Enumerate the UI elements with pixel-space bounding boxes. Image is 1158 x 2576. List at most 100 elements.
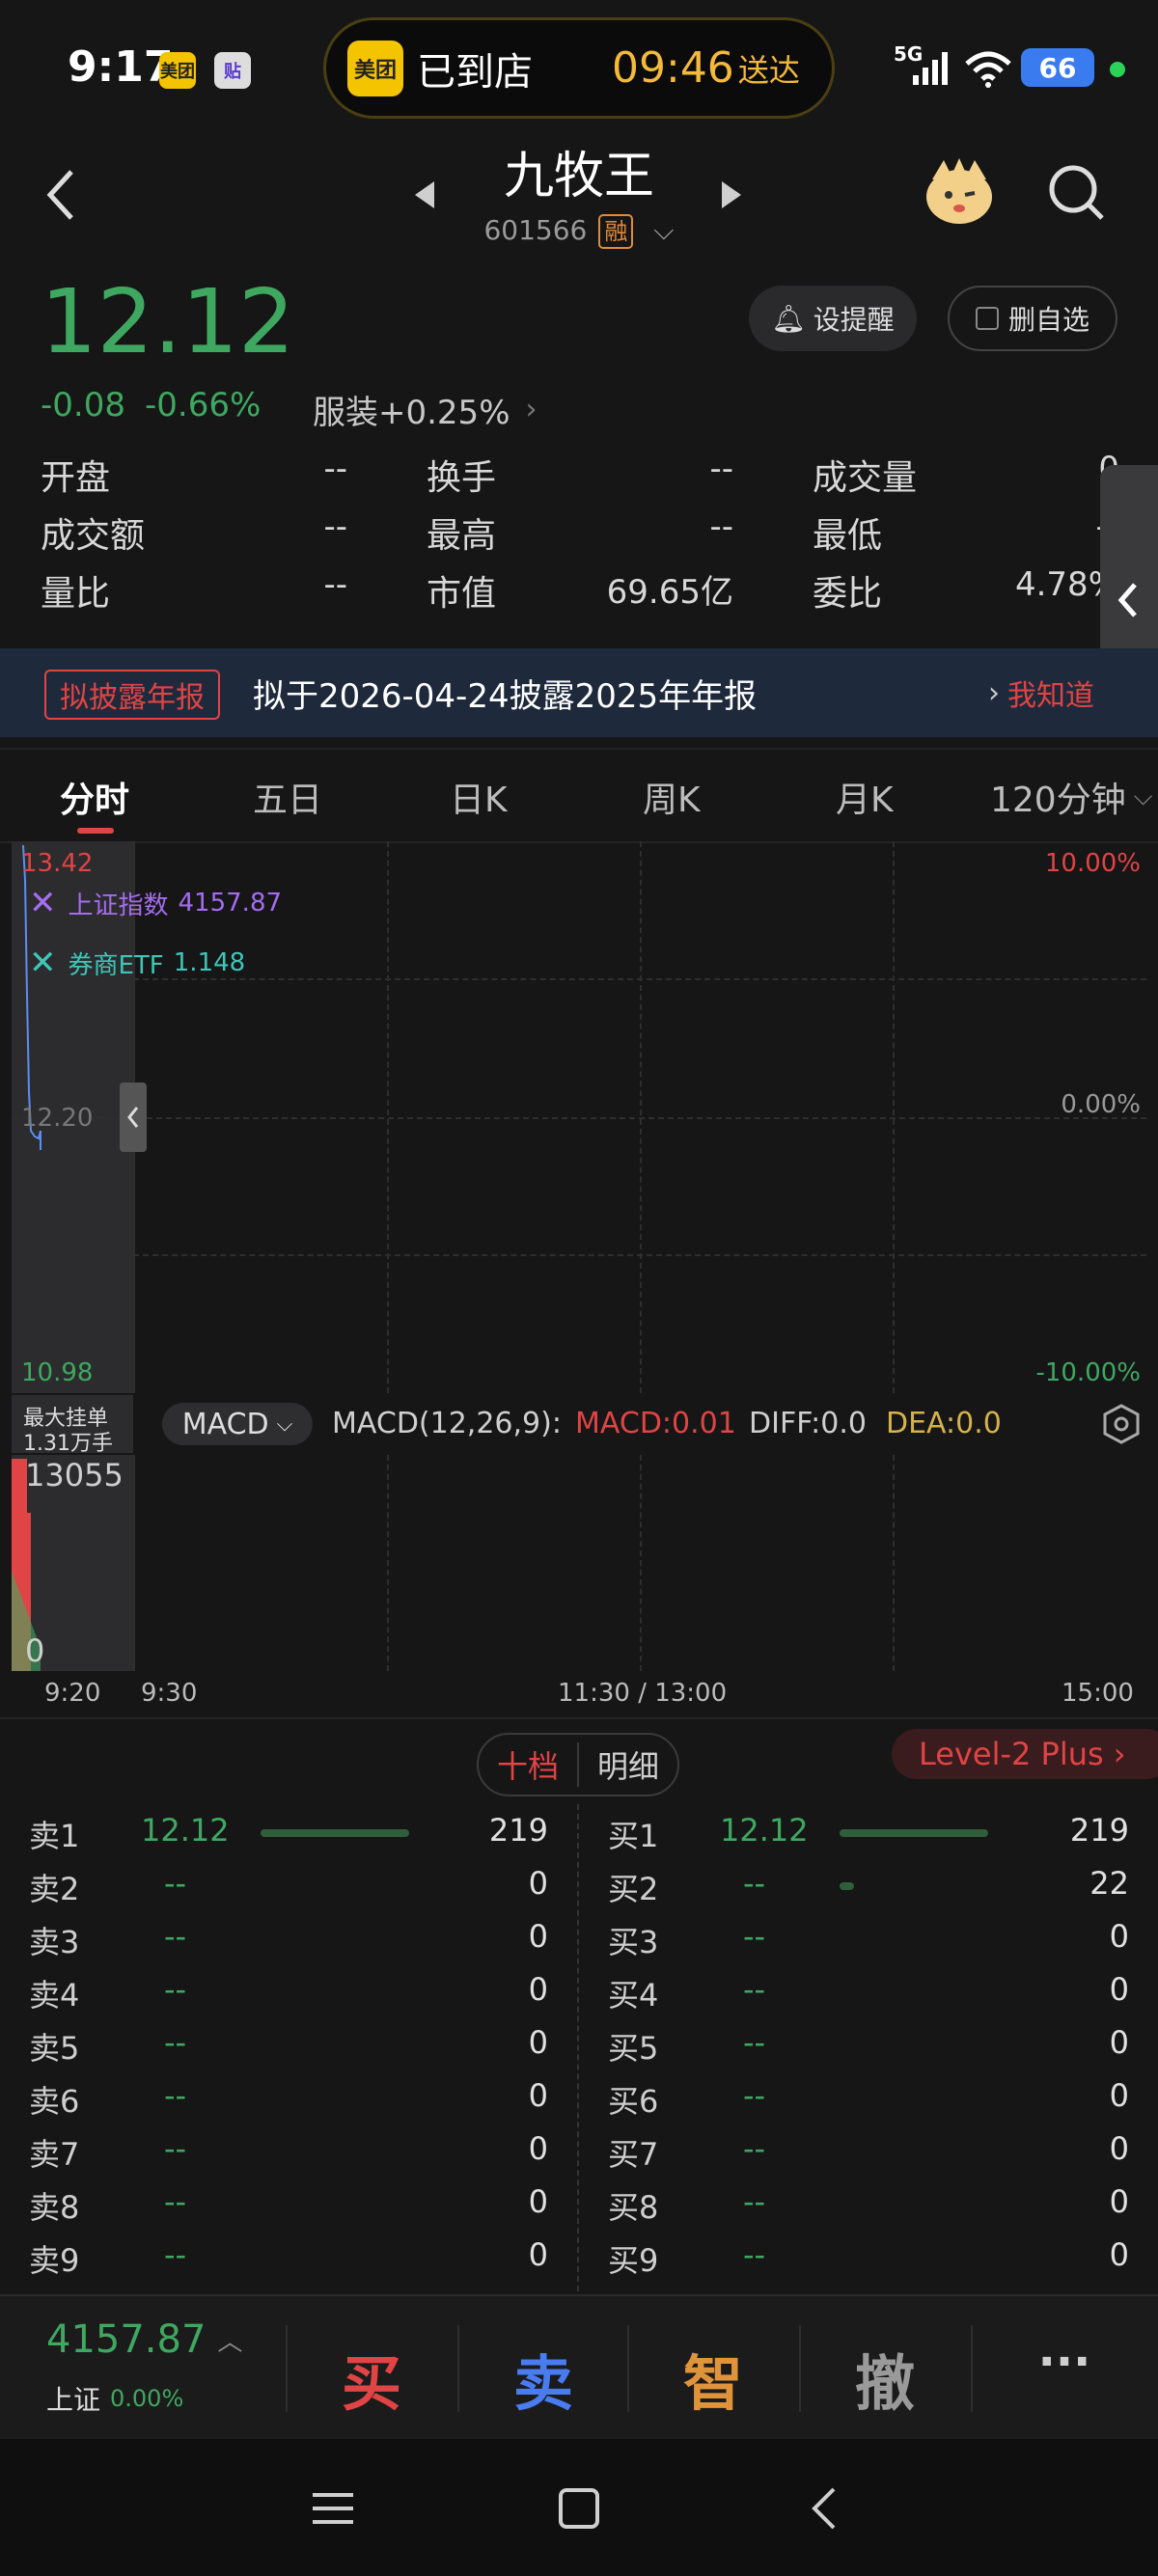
buy-level-row[interactable]: 买6 -- 0 [579, 2069, 1158, 2123]
time-label: 15:00 [1062, 1679, 1134, 1708]
divider [286, 2325, 288, 2412]
y-axis-low: 10.98 [21, 1358, 94, 1387]
sell-level-row[interactable]: 卖5 -- 0 [0, 2016, 577, 2069]
stat-value: -- [709, 450, 733, 488]
level2-plus-button[interactable]: Level-2 Plus › [892, 1729, 1158, 1779]
level-label: 买7 [608, 2136, 659, 2173]
legend-name: 券商ETF [68, 950, 164, 980]
level-label: 卖9 [29, 2242, 80, 2279]
sell-level-row[interactable]: 卖7 -- 0 [0, 2123, 577, 2176]
sell-button[interactable]: 卖 [471, 2335, 616, 2422]
menu-icon[interactable] [311, 2489, 355, 2528]
set-alert-button[interactable]: 🔔︎ 设提醒 [749, 286, 917, 351]
sell-level-row[interactable]: 卖4 -- 0 [0, 1963, 577, 2016]
search-icon[interactable] [1048, 164, 1106, 222]
level-price: -- [743, 2077, 766, 2114]
buy-level-row[interactable]: 买3 -- 0 [579, 1910, 1158, 1963]
signal-icon [913, 52, 948, 85]
mascot-avatar-icon[interactable] [923, 154, 996, 228]
y-axis-high: 13.42 [21, 849, 94, 878]
sell-level-row[interactable]: 卖6 -- 0 [0, 2069, 577, 2123]
level-price: -- [164, 1971, 187, 2008]
indicator-bar: 最大挂单 1.31万手 MACD ⌵ MACD(12,26,9): MACD:0.… [12, 1395, 1146, 1456]
buy-level-row[interactable]: 买2 -- 22 [579, 1857, 1158, 1910]
indicator-name: MACD [181, 1407, 269, 1441]
sell-level-row[interactable]: 卖3 -- 0 [0, 1910, 577, 1963]
tab-120-min[interactable]: 120分钟 ⌵ [990, 772, 1152, 822]
tab-ten-levels[interactable]: 十档 [479, 1742, 579, 1787]
level2-label: Level-2 Plus [919, 1736, 1104, 1772]
level-volume: 219 [1069, 1812, 1129, 1849]
chevron-up-icon: ︿ [217, 2327, 243, 2357]
dea-value: DEA:0.0 [886, 1407, 1002, 1440]
stat-value: 4.78% [1014, 565, 1119, 604]
time-label: 9:20 [44, 1679, 101, 1708]
level-label: 卖7 [29, 2136, 80, 2173]
tab-weekly-k[interactable]: 周K [643, 772, 701, 822]
stat-value: -- [323, 507, 347, 546]
tab-intraday[interactable]: 分时 [60, 772, 129, 822]
buy-level-row[interactable]: 买4 -- 0 [579, 1963, 1158, 2016]
home-icon[interactable] [558, 2487, 600, 2530]
y-axis-mid: 12.20 [21, 1104, 94, 1133]
buy-level-row[interactable]: 买7 -- 0 [579, 2123, 1158, 2176]
buy-button[interactable]: 买 [299, 2335, 444, 2422]
tab-trade-detail[interactable]: 明细 [579, 1742, 677, 1787]
legend-broker-etf[interactable]: ✕ 券商ETF 1.148 [29, 944, 245, 982]
level-volume: 0 [528, 1918, 548, 1955]
banner-dismiss[interactable]: › 我知道 [988, 671, 1094, 714]
level-price: 12.12 [720, 1812, 809, 1849]
more-button[interactable]: ··· [992, 2335, 1137, 2389]
annual-report-banner[interactable]: 拟披露年报 拟于2026-04-24披露2025年年报 › 我知道 [0, 648, 1158, 737]
back-nav-icon[interactable] [809, 2485, 838, 2532]
level-volume: 0 [528, 1865, 548, 1902]
level-volume-bar [840, 1829, 988, 1837]
level-label: 买2 [608, 1871, 659, 1907]
stat-label: 量比 [41, 574, 111, 614]
buy-level-row[interactable]: 买8 -- 0 [579, 2176, 1158, 2229]
tab-five-day[interactable]: 五日 [253, 772, 322, 822]
level-price: -- [743, 1865, 766, 1902]
index-ticker[interactable]: 4157.87 ︿ [46, 2317, 242, 2362]
stat-value: -- [709, 507, 733, 546]
grid-line [893, 1455, 895, 1671]
level-price: -- [164, 2236, 187, 2273]
chart-tabs [0, 748, 1158, 843]
stock-code: 601566 [483, 214, 588, 246]
legend-name: 上证指数 [68, 891, 169, 920]
dynamic-island-delivery[interactable]: 美团 已到店 09:46 送达 [323, 17, 835, 119]
indicator-select[interactable]: MACD ⌵ [162, 1403, 313, 1445]
level-label: 卖2 [29, 1871, 80, 1907]
cancel-order-button[interactable]: 撤 [813, 2335, 957, 2422]
sell-level-row[interactable]: 卖8 -- 0 [0, 2176, 577, 2229]
bell-icon: 🔔︎ [771, 302, 806, 335]
grid-line [387, 1455, 389, 1671]
remove-watchlist-button[interactable]: 删自选 [948, 286, 1117, 351]
settings-hexagon-icon[interactable] [1100, 1403, 1143, 1445]
buy-level-row[interactable]: 买9 -- 0 [579, 2229, 1158, 2282]
smart-order-button[interactable]: 智 [641, 2335, 786, 2422]
buy-level-row[interactable]: 买5 -- 0 [579, 2016, 1158, 2069]
sell-level-row[interactable]: 卖2 -- 0 [0, 1857, 577, 1910]
intraday-chart[interactable]: 13.42 12.20 10.98 10.00% 0.00% -10.00% ✕… [12, 841, 1146, 1393]
tab-daily-k[interactable]: 日K [450, 772, 508, 822]
active-tab-indicator [77, 828, 114, 834]
level-label: 买6 [608, 2083, 659, 2120]
set-alert-label: 设提醒 [813, 304, 895, 336]
sell-level-row[interactable]: 卖1 12.12 219 [0, 1804, 577, 1857]
level-price: -- [743, 2183, 766, 2220]
sector-link[interactable]: 服装+0.25% › [313, 386, 538, 433]
delivery-status: 已到店 [417, 49, 533, 95]
tab-monthly-k[interactable]: 月K [836, 772, 894, 822]
sell-level-row[interactable]: 卖9 -- 0 [0, 2229, 577, 2282]
buy-level-row[interactable]: 买1 12.12 219 [579, 1804, 1158, 1857]
pct-axis-mid: 0.00% [1061, 1090, 1141, 1119]
legend-shanghai-index[interactable]: ✕ 上证指数 4157.87 [29, 884, 282, 922]
level-volume: 0 [528, 2236, 548, 2273]
stat-value: -- [323, 450, 347, 488]
level-volume: 0 [528, 2024, 548, 2061]
delivery-suffix: 送达 [737, 51, 800, 89]
volume-chart[interactable]: 13055 0 [12, 1455, 1146, 1671]
collapse-auction-button[interactable] [120, 1082, 147, 1152]
level-price: -- [164, 2130, 187, 2167]
